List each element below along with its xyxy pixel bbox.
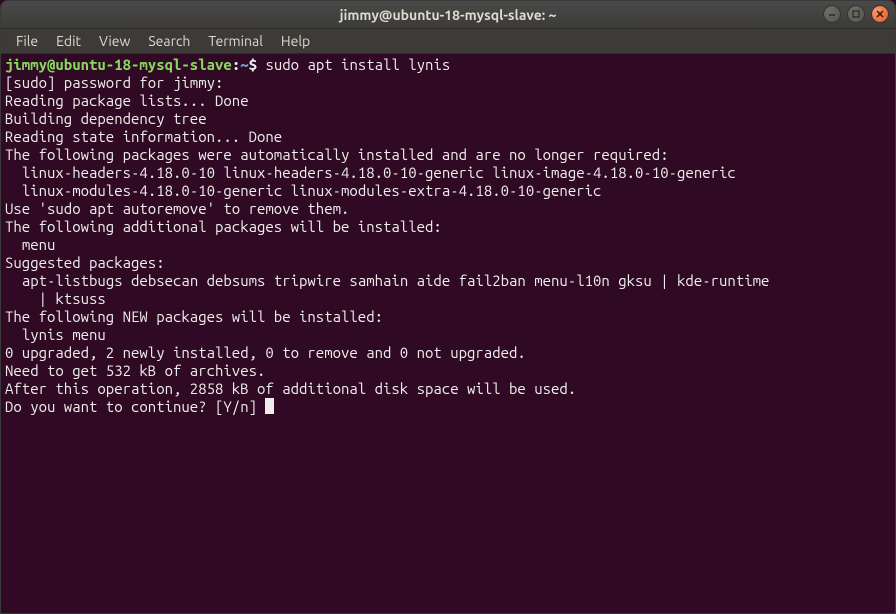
maximize-button[interactable] bbox=[847, 5, 865, 23]
output-line: | ktsuss bbox=[5, 290, 891, 308]
output-line: lynis menu bbox=[5, 326, 891, 344]
cursor bbox=[265, 398, 274, 414]
command-text: sudo apt install lynis bbox=[265, 56, 450, 73]
output-line: The following additional packages will b… bbox=[5, 218, 891, 236]
prompt-path: ~ bbox=[240, 56, 248, 73]
output-line: linux-modules-4.18.0-10-generic linux-mo… bbox=[5, 182, 891, 200]
output-line: 0 upgraded, 2 newly installed, 0 to remo… bbox=[5, 344, 891, 362]
terminal-body[interactable]: jimmy@ubuntu-18-mysql-slave:~$ sudo apt … bbox=[1, 54, 895, 613]
output-line: Reading state information... Done bbox=[5, 128, 891, 146]
output-line: Building dependency tree bbox=[5, 110, 891, 128]
output-line: apt-listbugs debsecan debsums tripwire s… bbox=[5, 272, 891, 290]
menu-view[interactable]: View bbox=[90, 30, 139, 52]
menu-help[interactable]: Help bbox=[272, 30, 319, 52]
titlebar[interactable]: jimmy@ubuntu-18-mysql-slave: ~ bbox=[1, 1, 895, 29]
output-line: menu bbox=[5, 236, 891, 254]
prompt-user-host: jimmy@ubuntu-18-mysql-slave bbox=[5, 56, 232, 73]
menu-search[interactable]: Search bbox=[139, 30, 199, 52]
close-icon bbox=[875, 9, 885, 19]
minimize-button[interactable] bbox=[823, 5, 841, 23]
menu-file[interactable]: File bbox=[7, 30, 47, 52]
menubar: File Edit View Search Terminal Help bbox=[1, 29, 895, 54]
window-title: jimmy@ubuntu-18-mysql-slave: ~ bbox=[340, 7, 557, 23]
output-line: Do you want to continue? [Y/n] bbox=[5, 398, 891, 416]
prompt-line: jimmy@ubuntu-18-mysql-slave:~$ sudo apt … bbox=[5, 56, 891, 74]
maximize-icon bbox=[851, 9, 861, 19]
output-line: After this operation, 2858 kB of additio… bbox=[5, 380, 891, 398]
menu-terminal[interactable]: Terminal bbox=[199, 30, 272, 52]
close-button[interactable] bbox=[871, 5, 889, 23]
prompt-dollar: $ bbox=[249, 56, 266, 73]
output-line: Need to get 532 kB of archives. bbox=[5, 362, 891, 380]
output-line: Reading package lists... Done bbox=[5, 92, 891, 110]
output-line: [sudo] password for jimmy: bbox=[5, 74, 891, 92]
output-line: The following packages were automaticall… bbox=[5, 146, 891, 164]
menu-edit[interactable]: Edit bbox=[47, 30, 90, 52]
output-line: The following NEW packages will be insta… bbox=[5, 308, 891, 326]
terminal-window: jimmy@ubuntu-18-mysql-slave: ~ File Edit… bbox=[0, 0, 896, 614]
output-line: Suggested packages: bbox=[5, 254, 891, 272]
output-line: Use 'sudo apt autoremove' to remove them… bbox=[5, 200, 891, 218]
minimize-icon bbox=[827, 9, 837, 19]
output-line: linux-headers-4.18.0-10 linux-headers-4.… bbox=[5, 164, 891, 182]
prompt-colon: : bbox=[232, 56, 240, 73]
window-controls bbox=[823, 5, 889, 23]
